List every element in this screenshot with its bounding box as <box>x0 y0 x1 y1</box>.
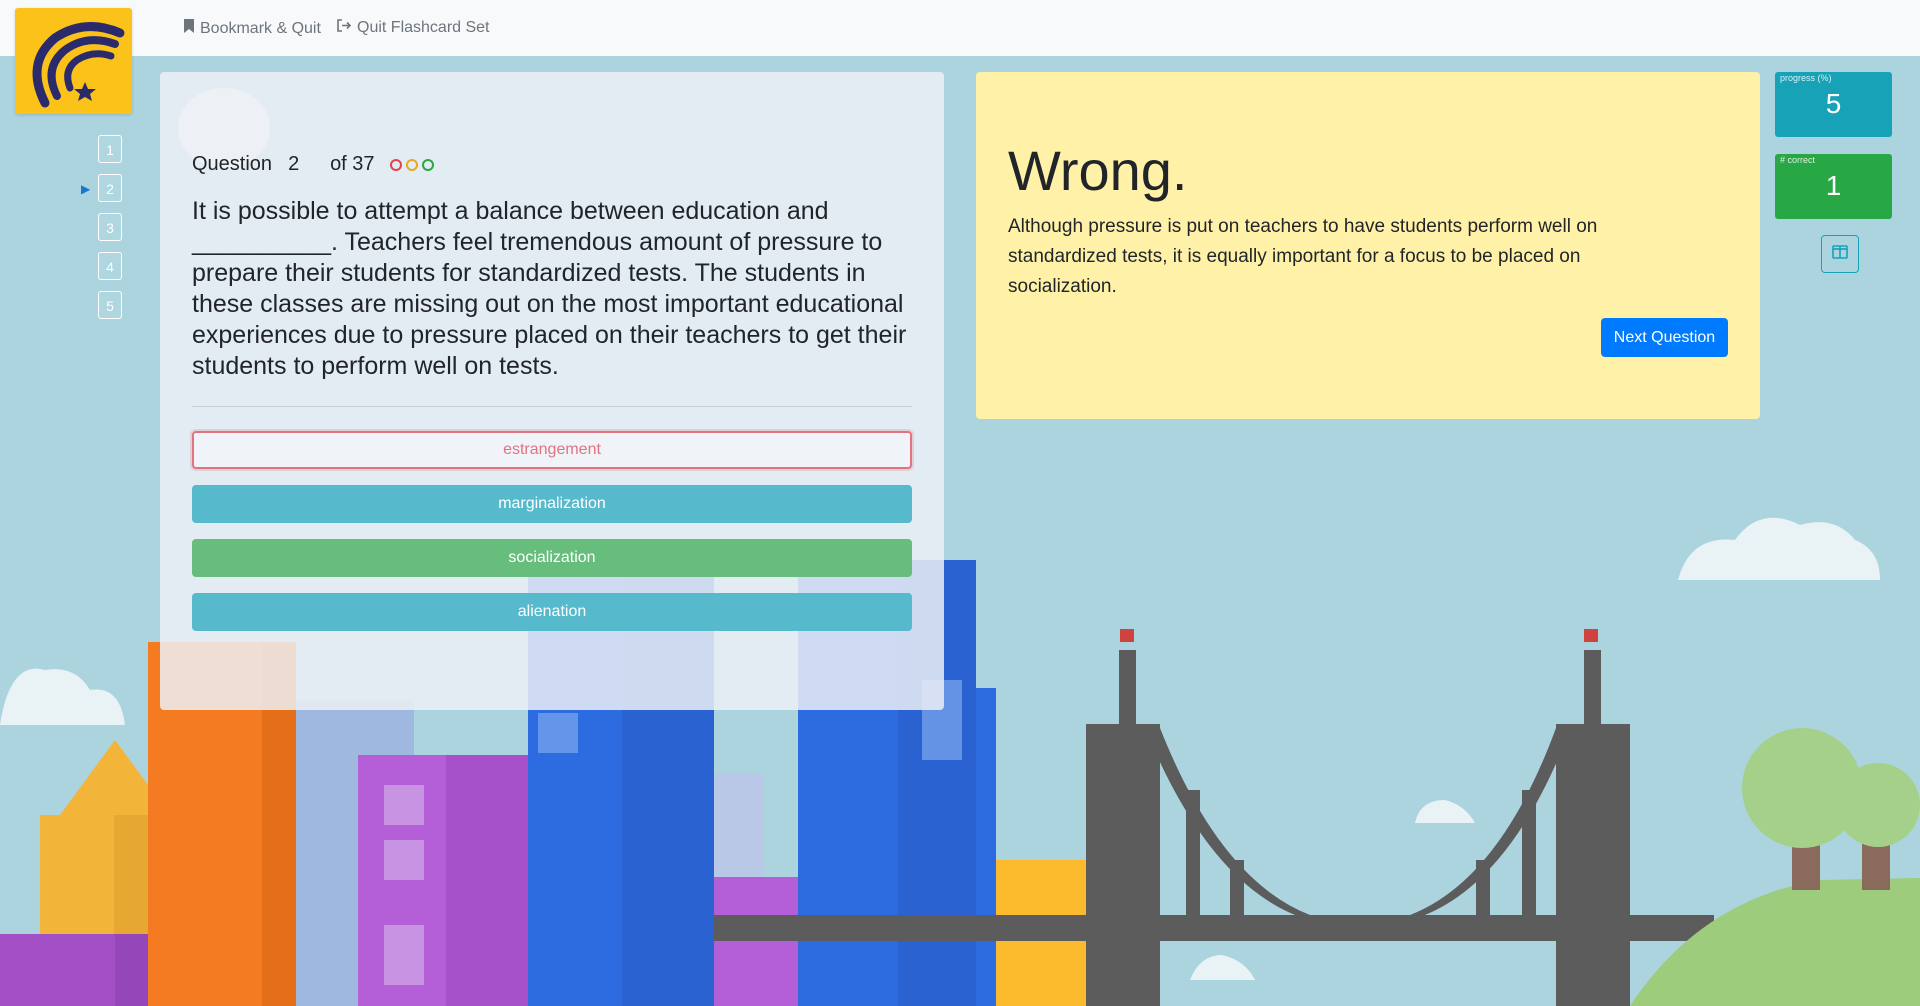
answer-option-alienation[interactable]: alienation <box>192 593 912 631</box>
progress-stat: progress (%) 5 <box>1775 72 1892 137</box>
columns-icon <box>1832 244 1848 264</box>
divider <box>192 406 912 407</box>
current-question-marker-icon: ▶ <box>81 182 91 196</box>
next-question-button[interactable]: Next Question <box>1601 318 1728 357</box>
toggle-layout-button[interactable] <box>1821 235 1859 273</box>
question-nav-3[interactable]: 3 <box>98 213 122 241</box>
answer-option-socialization[interactable]: socialization <box>192 539 912 577</box>
attempt-dots <box>389 158 434 171</box>
progress-stat-label: progress (%) <box>1780 73 1832 83</box>
quit-flashcard-set-link[interactable]: Quit Flashcard Set <box>337 19 490 37</box>
question-label: Question <box>192 153 273 175</box>
top-bar: Bookmark & Quit Quit Flashcard Set <box>0 0 1920 56</box>
correct-stat-label: # correct <box>1780 155 1816 165</box>
attempt-dot-icon <box>389 158 402 171</box>
bookmark-quit-label: Bookmark & Quit <box>200 19 321 37</box>
correct-stat: # correct 1 <box>1775 154 1892 219</box>
question-total: of 37 <box>330 153 375 175</box>
feedback-title: Wrong. <box>1008 139 1188 202</box>
bookmark-icon <box>184 19 194 38</box>
question-nav-2[interactable]: ▶ 2 <box>81 174 122 202</box>
quit-flashcard-set-label: Quit Flashcard Set <box>357 19 490 36</box>
question-header: Question 2 of 37 <box>192 153 434 176</box>
answer-option-estrangement[interactable]: estrangement <box>192 431 912 469</box>
logo-mark-icon <box>32 22 125 108</box>
progress-stat-value: 5 <box>1825 88 1842 119</box>
question-nav-2-label: 2 <box>106 181 114 197</box>
question-nav-1[interactable]: 1 <box>98 135 122 163</box>
feedback-explanation: Although pressure is put on teachers to … <box>1008 216 1598 297</box>
correct-stat-value: 1 <box>1825 170 1842 201</box>
question-card: Question 2 of 37 It is possible to attem… <box>160 72 944 710</box>
question-text: It is possible to attempt a balance betw… <box>192 197 907 380</box>
app-logo[interactable] <box>15 8 132 114</box>
attempt-dot-icon <box>405 158 418 171</box>
answer-option-marginalization[interactable]: marginalization <box>192 485 912 523</box>
sign-out-icon <box>337 19 352 37</box>
question-nav-5[interactable]: 5 <box>98 291 122 319</box>
question-number: 2 <box>288 153 300 175</box>
attempt-dot-icon <box>421 158 434 171</box>
question-nav-4[interactable]: 4 <box>98 252 122 280</box>
bookmark-quit-link[interactable]: Bookmark & Quit <box>184 19 321 38</box>
feedback-card: Wrong. Although pressure is put on teach… <box>976 72 1760 419</box>
question-navigator: 1 ▶ 2 3 4 5 <box>81 135 122 330</box>
